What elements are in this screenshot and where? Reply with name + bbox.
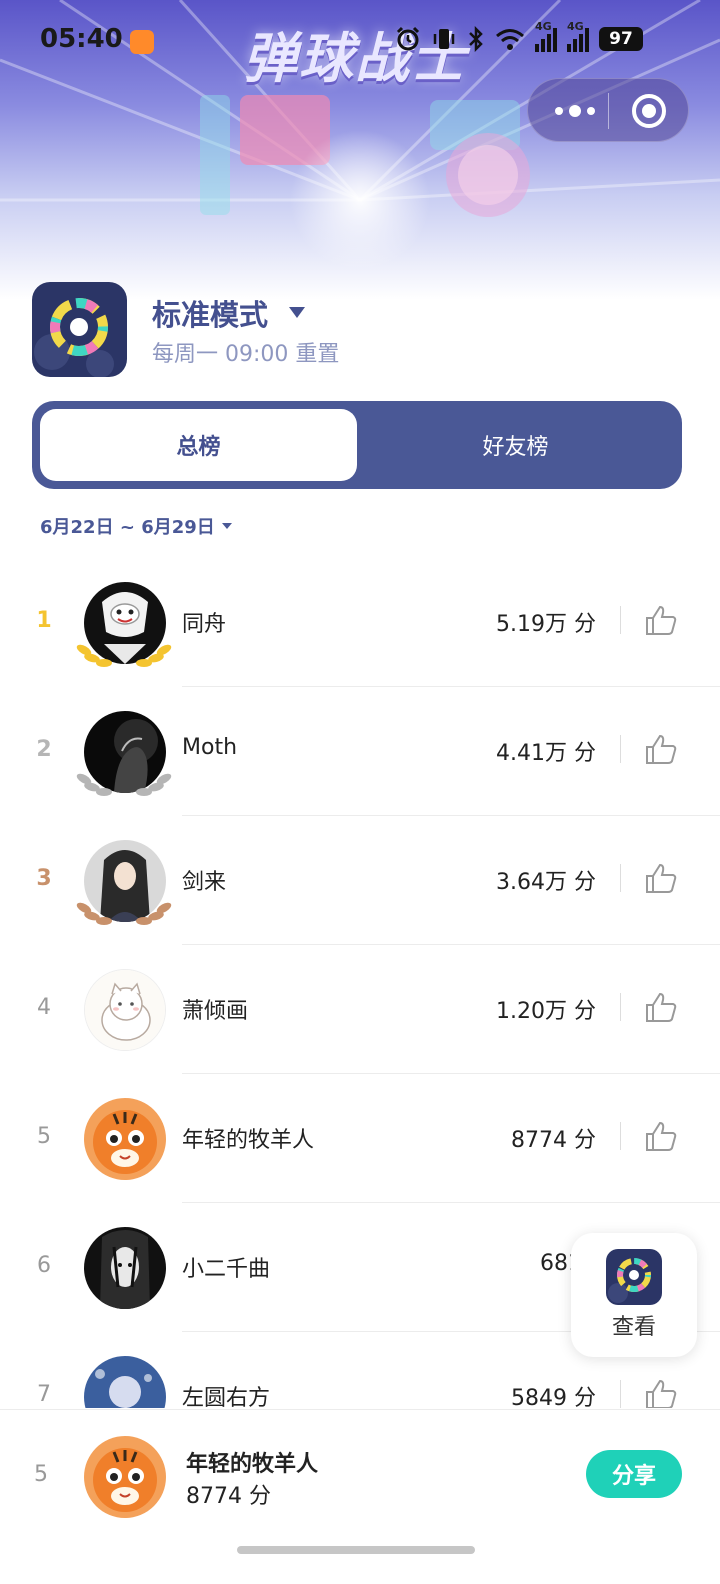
signal-icon: 4G [567, 20, 589, 52]
target-icon [632, 94, 666, 128]
player-score: 5849 分 [511, 1386, 596, 1408]
gold-laurel-icon [76, 644, 172, 667]
rank-number: 4 [37, 995, 51, 1020]
thumbs-up-icon[interactable] [644, 733, 678, 765]
avatar[interactable] [84, 969, 166, 1051]
mode-selector-title[interactable]: 标准模式 [152, 292, 268, 334]
leaderboard-tabs: 总榜 好友榜 [32, 401, 682, 489]
close-miniprogram-button[interactable] [620, 91, 678, 131]
player-score: 4.41万 分 [496, 741, 596, 766]
rank-number: 1 [36, 608, 52, 633]
notification-app-icon [130, 30, 154, 54]
divider [620, 735, 621, 763]
view-label: 查看 [611, 1315, 656, 1340]
status-time: 05:40 [40, 24, 123, 54]
player-name: 小二千曲 [182, 1257, 271, 1282]
my-avatar[interactable] [84, 1436, 166, 1518]
rank-number: 3 [36, 866, 52, 891]
rank-number: 5 [37, 1124, 51, 1149]
player-score: 3.64万 分 [496, 870, 596, 895]
alarm-icon [396, 26, 420, 51]
status-icons: 4G 4G 97 [395, 20, 643, 52]
capsule-divider [608, 93, 609, 129]
date-range-label: 6月22日 ~ 6月29日 [40, 517, 215, 538]
avatar[interactable] [84, 1098, 166, 1180]
share-button[interactable]: 分享 [586, 1450, 682, 1498]
bluetooth-icon [469, 26, 483, 52]
divider [620, 606, 621, 634]
leaderboard-row: 4 萧倾画 1.20万 分 [0, 945, 720, 1074]
vibrate-icon [433, 29, 455, 49]
game-mode-icon [32, 282, 127, 377]
reset-schedule-text: 每周一 09:00 重置 [152, 342, 340, 367]
thumbs-up-icon[interactable] [644, 604, 678, 636]
game-mode-icon [606, 1249, 662, 1305]
divider [620, 1122, 621, 1150]
divider [620, 864, 621, 892]
player-name: 同舟 [182, 612, 227, 637]
player-score: 1.20万 分 [496, 999, 596, 1024]
my-rank-bar: 5 年轻的牧羊人 8774 分 分享 [0, 1409, 720, 1584]
player-name: Moth [182, 735, 238, 760]
player-score: 5.19万 分 [496, 612, 596, 637]
player-name: 剑来 [182, 870, 227, 895]
player-name: 年轻的牧羊人 [182, 1128, 315, 1153]
rank-number: 6 [37, 1253, 51, 1278]
signal-icon: 4G [535, 20, 557, 52]
thumbs-up-icon[interactable] [644, 862, 678, 894]
tab-friends[interactable]: 好友榜 [357, 409, 674, 481]
my-rank-number: 5 [34, 1462, 48, 1487]
avatar[interactable] [84, 1227, 166, 1309]
thumbs-up-icon[interactable] [644, 1378, 678, 1408]
thumbs-up-icon[interactable] [644, 991, 678, 1023]
network-type-label: 4G [567, 20, 584, 33]
player-score: 8774 分 [511, 1128, 596, 1153]
my-score: 8774 分 [186, 1484, 271, 1509]
my-name: 年轻的牧羊人 [186, 1452, 319, 1477]
thumbs-up-icon[interactable] [644, 1120, 678, 1152]
more-dots-icon [555, 105, 595, 117]
view-game-floating-button[interactable]: 查看 [571, 1233, 697, 1357]
battery-indicator: 97 [599, 27, 643, 51]
network-type-label: 4G [535, 20, 552, 33]
leaderboard-row: 2 Moth 4.41万 分 [0, 687, 720, 816]
divider [620, 993, 621, 1021]
player-name: 左圆右方 [182, 1386, 271, 1408]
home-indicator[interactable] [237, 1546, 475, 1554]
leaderboard-row: 5 年轻的牧羊人 8774 分 [0, 1074, 720, 1203]
caret-down-icon[interactable] [288, 306, 306, 320]
miniprogram-capsule [527, 78, 689, 142]
divider [620, 1380, 621, 1408]
more-button[interactable] [546, 91, 604, 131]
player-name: 萧倾画 [182, 999, 249, 1024]
bronze-laurel-icon [76, 902, 172, 925]
wifi-icon [496, 29, 524, 50]
tab-overall[interactable]: 总榜 [40, 409, 357, 481]
caret-down-icon [221, 523, 232, 529]
silver-laurel-icon [76, 773, 172, 796]
date-range-selector[interactable]: 6月22日 ~ 6月29日 [40, 513, 233, 539]
leaderboard-row: 1 同舟 5.19万 分 [0, 558, 720, 687]
status-bar: 05:40 4G 4G 97 [0, 20, 720, 66]
avatar[interactable] [84, 1356, 166, 1408]
rank-number: 7 [37, 1382, 51, 1407]
rank-number: 2 [36, 737, 52, 762]
leaderboard-row: 3 剑来 3.64万 分 [0, 816, 720, 945]
